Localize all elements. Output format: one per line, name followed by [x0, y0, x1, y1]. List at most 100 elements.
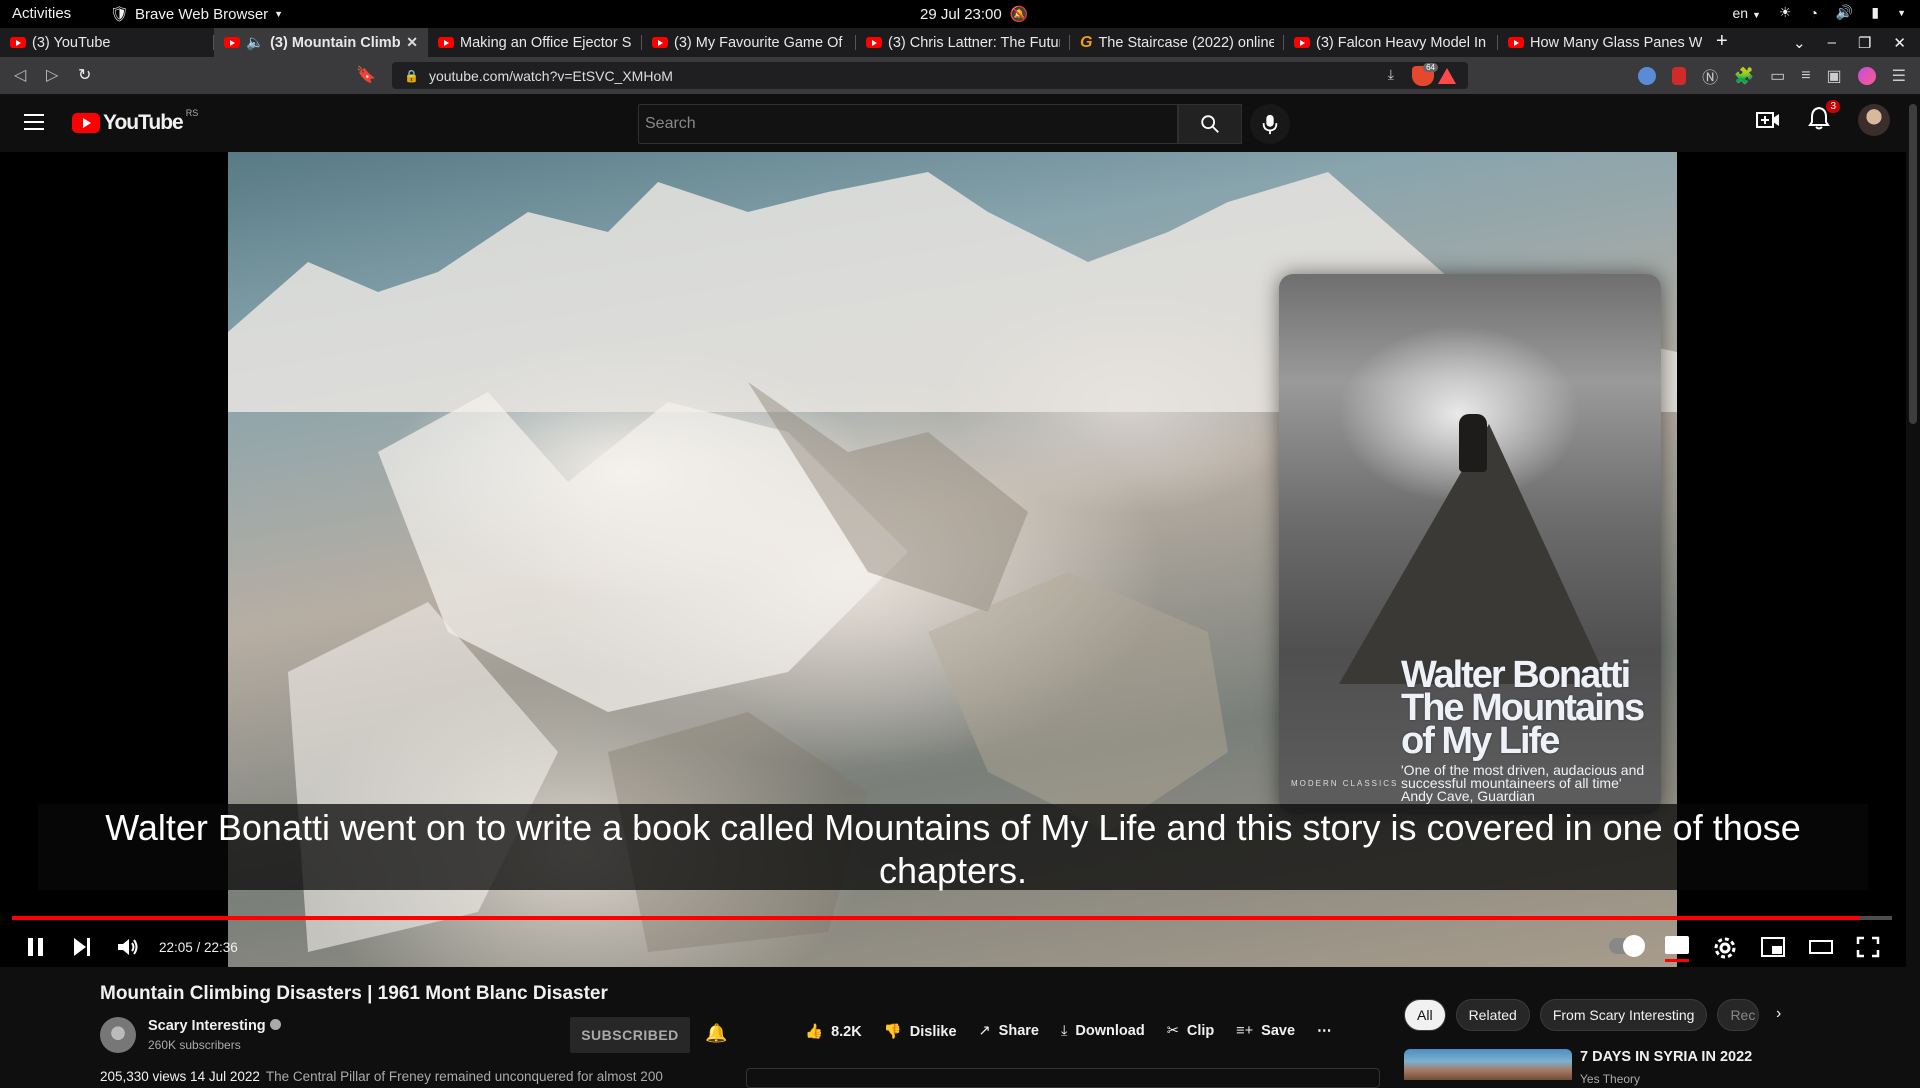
close-tab-icon[interactable]: ✕	[406, 34, 418, 51]
tab-youtube-home[interactable]: (3) YouTube	[0, 28, 214, 57]
like-count: 8.2K	[831, 1024, 862, 1040]
thumbs-up-icon: 👍	[805, 1024, 824, 1040]
brave-rewards-icon[interactable]	[1438, 68, 1456, 84]
scrollbar-thumb[interactable]	[1909, 104, 1917, 424]
close-window-icon[interactable]: ✕	[1893, 34, 1906, 52]
related-video-thumbnail[interactable]	[1404, 1049, 1572, 1080]
save-button[interactable]: ≡+ Save	[1236, 1023, 1295, 1040]
clock[interactable]: 29 Jul 23:00 🔕	[920, 5, 1028, 24]
next-video-icon[interactable]	[72, 936, 92, 958]
app-menu[interactable]: 🛡 Brave Web Browser ▼	[110, 5, 284, 24]
tab-title: (3) Mountain Climbing Disasters	[270, 34, 401, 51]
download-icon: ⤓	[1060, 1023, 1068, 1039]
tab-falcon-heavy[interactable]: (3) Falcon Heavy Model In Real	[1284, 28, 1498, 57]
window-controls: ⌄ – ❐ ✕	[1793, 28, 1920, 57]
channel-name[interactable]: Scary Interesting	[148, 1018, 281, 1034]
shield-count: 64	[1423, 63, 1438, 72]
tab-favourite-game[interactable]: (3) My Favourite Game Of All Time	[642, 28, 856, 57]
extension-icon[interactable]	[1672, 66, 1687, 85]
progress-fill	[12, 916, 1861, 920]
tab-title: (3) My Favourite Game Of All Time	[674, 34, 846, 51]
menu-icon[interactable]: ☰	[1892, 66, 1906, 86]
language-indicator[interactable]: en ▼	[1733, 5, 1761, 21]
chip-all[interactable]: All	[1404, 999, 1446, 1031]
comment-box[interactable]	[746, 1068, 1380, 1088]
progress-bar[interactable]	[12, 916, 1892, 920]
back-icon[interactable]: ◁	[14, 65, 26, 85]
system-tray[interactable]: en ▼ ☀ ◔ 🔊 ▮ ▼	[1733, 4, 1907, 21]
reload-icon[interactable]: ↻	[78, 65, 91, 85]
description-preview[interactable]: 205,330 views 14 Jul 2022 The Central Pil…	[100, 1069, 663, 1084]
video-player[interactable]: Walter Bonatti The Mountains of My Life …	[0, 152, 1920, 967]
extension-icon[interactable]	[1638, 66, 1657, 85]
channel-avatar[interactable]	[100, 1017, 136, 1053]
create-video-icon[interactable]	[1756, 109, 1780, 131]
chip-from-channel[interactable]: From Scary Interesting	[1539, 999, 1708, 1031]
youtube-logo[interactable]: YouTube RS	[72, 108, 198, 135]
address-bar[interactable]: 🔒 youtube.com/watch?v=EtSVC_XMHoM ⤓ 64	[392, 62, 1468, 89]
chip-recent[interactable]: Rec	[1717, 999, 1760, 1031]
activities-button[interactable]: Activities	[12, 5, 71, 22]
tab-mountain-climbing[interactable]: 🔈 (3) Mountain Climbing Disasters ✕	[214, 28, 428, 57]
notification-bell-icon[interactable]: 🔔	[705, 1023, 727, 1044]
theater-mode-icon[interactable]	[1808, 936, 1834, 958]
cast-icon[interactable]: ▭	[1770, 66, 1785, 86]
dislike-label: Dislike	[909, 1024, 957, 1040]
video-details: Mountain Climbing Disasters | 1961 Mont …	[0, 967, 1920, 1088]
wallet-icon[interactable]: ▣	[1827, 66, 1842, 86]
fullscreen-icon[interactable]	[1856, 936, 1880, 958]
chip-related[interactable]: Related	[1455, 999, 1530, 1031]
voice-search-button[interactable]	[1250, 104, 1290, 144]
settings-gear-icon[interactable]	[1713, 936, 1737, 960]
clip-button[interactable]: ✂ Clip	[1167, 1023, 1215, 1040]
playlist-icon[interactable]: ≡	[1801, 67, 1810, 85]
tab-list-chevron-icon[interactable]: ⌄	[1793, 34, 1806, 52]
install-app-icon[interactable]: ⤓	[1388, 66, 1394, 86]
subtitles-icon[interactable]	[1665, 936, 1689, 962]
channel-name-text: Scary Interesting	[148, 1018, 266, 1034]
player-controls: 22:05 / 22:36	[0, 928, 1920, 968]
tab-chris-lattner[interactable]: (3) Chris Lattner: The Future	[856, 28, 1070, 57]
url-text[interactable]: youtube.com/watch?v=EtSVC_XMHoM	[429, 68, 673, 84]
subscribe-button[interactable]: SUBSCRIBED	[570, 1017, 690, 1053]
notion-icon[interactable]: Ⓝ	[1702, 64, 1718, 88]
download-button[interactable]: ⤓ Download	[1061, 1023, 1145, 1040]
miniplayer-icon[interactable]	[1760, 936, 1786, 958]
forward-icon[interactable]: ▷	[46, 65, 58, 85]
tab-office-ejector[interactable]: Making an Office Ejector Seat	[428, 28, 642, 57]
share-button[interactable]: ↗ Share	[979, 1023, 1039, 1040]
volume-icon[interactable]	[116, 936, 140, 958]
like-button[interactable]: 👍 8.2K	[805, 1023, 862, 1040]
speaker-icon[interactable]: 🔈	[246, 34, 264, 51]
autoplay-toggle[interactable]	[1609, 935, 1645, 957]
tab-staircase[interactable]: G The Staircase (2022) online	[1070, 28, 1284, 57]
puzzle-icon[interactable]: 🧩	[1734, 66, 1754, 86]
hamburger-menu-icon[interactable]	[24, 114, 44, 135]
more-actions-icon[interactable]: ⋯	[1317, 1023, 1332, 1040]
search-input[interactable]: Search	[638, 104, 1178, 144]
lock-icon[interactable]: 🔒	[404, 69, 419, 83]
dislike-button[interactable]: 👎 Dislike	[884, 1023, 957, 1040]
chevron-down-icon: ▼	[274, 9, 284, 19]
youtube-wordmark: YouTube	[103, 111, 184, 134]
bookmark-icon[interactable]: 🔖	[356, 65, 376, 85]
brave-shields-icon[interactable]: 64	[1412, 63, 1438, 86]
related-video-channel[interactable]: Yes Theory	[1580, 1072, 1640, 1086]
related-video-title[interactable]: 7 DAYS IN SYRIA IN 2022	[1580, 1049, 1752, 1065]
chevron-right-icon[interactable]: ›	[1776, 1005, 1781, 1023]
restore-icon[interactable]: ❐	[1858, 34, 1871, 52]
tab-glass-panes[interactable]: How Many Glass Panes Would	[1498, 28, 1712, 57]
search-button[interactable]	[1178, 104, 1242, 144]
pause-icon[interactable]	[26, 936, 46, 958]
wifi-icon: ◔	[1809, 4, 1818, 21]
clock-text: 29 Jul 23:00	[920, 5, 1002, 23]
notifications-button[interactable]: 3	[1808, 99, 1840, 135]
thumbs-down-icon: 👎	[883, 1024, 902, 1040]
search-icon	[1201, 115, 1219, 133]
avatar[interactable]	[1858, 104, 1890, 136]
minimize-icon[interactable]: –	[1828, 34, 1836, 51]
share-icon: ↗	[978, 1023, 991, 1039]
new-tab-button[interactable]: +	[1716, 30, 1728, 53]
profile-icon[interactable]	[1857, 66, 1876, 85]
page-scrollbar[interactable]	[1906, 94, 1920, 1080]
